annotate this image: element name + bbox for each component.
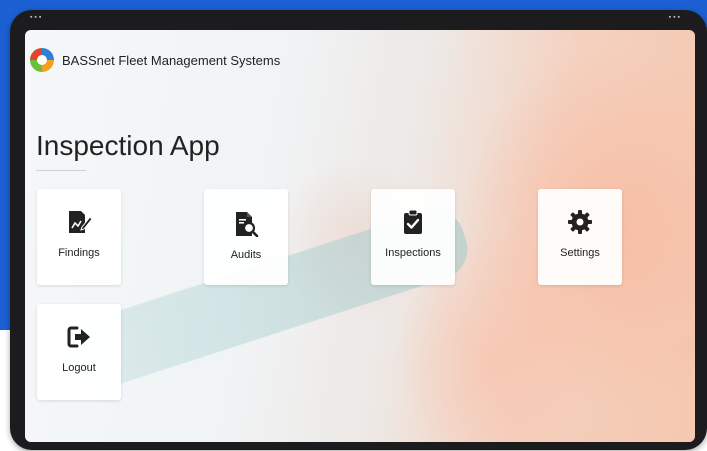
inspections-button[interactable]: Inspections: [371, 189, 455, 285]
settings-button[interactable]: Settings: [538, 189, 622, 285]
findings-label: Findings: [58, 247, 100, 259]
audits-button[interactable]: Audits: [204, 189, 288, 285]
search-document-icon: [236, 212, 259, 237]
logout-label: Logout: [62, 362, 96, 374]
sign-out-icon: [67, 326, 90, 348]
findings-button[interactable]: Findings: [37, 189, 121, 285]
brand-header: BASSnet Fleet Management Systems: [28, 46, 280, 74]
gear-icon: [568, 210, 592, 234]
title-divider: [36, 170, 86, 171]
edit-document-icon: [69, 211, 92, 233]
status-bar-right: ▪ ▪ ▪: [668, 14, 680, 21]
bassnet-logo-icon: [30, 48, 54, 72]
brand-name: BASSnet Fleet Management Systems: [62, 52, 281, 68]
audits-label: Audits: [230, 249, 262, 261]
inspections-label: Inspections: [385, 247, 441, 259]
settings-label: Settings: [560, 247, 600, 259]
status-bar: ▪ ▪ ▪ ▪ ▪ ▪: [30, 14, 680, 24]
page-title: Inspection App: [36, 130, 220, 161]
logout-button[interactable]: Logout: [37, 304, 121, 400]
clipboard-check-icon: [404, 209, 422, 234]
status-bar-left: ▪ ▪ ▪: [30, 14, 42, 21]
